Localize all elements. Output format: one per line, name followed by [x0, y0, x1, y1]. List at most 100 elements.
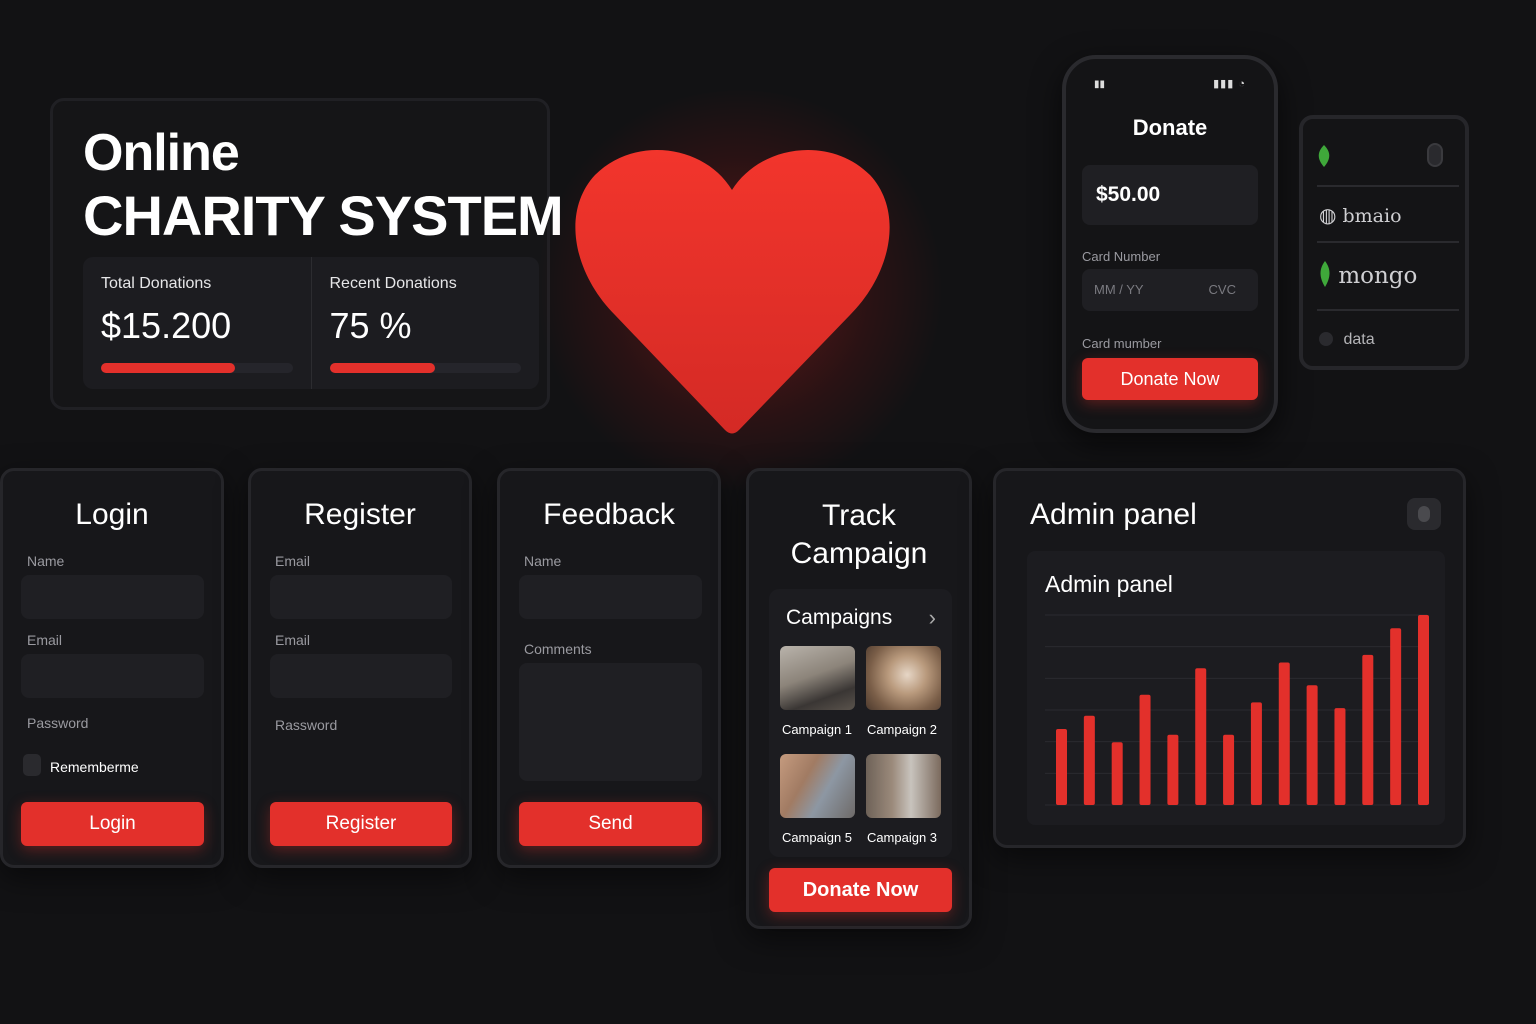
email-input[interactable]: [21, 654, 204, 698]
stat-label: Total Donations: [101, 275, 212, 292]
admin-menu-button[interactable]: [1407, 498, 1441, 530]
login-button[interactable]: Login: [21, 802, 204, 846]
hero-card: Online CHARITY SYSTEM Total Donations $1…: [50, 98, 564, 410]
chart-bar: [1167, 734, 1179, 805]
login-title: Login: [75, 498, 149, 531]
chart-title: Admin panel: [1045, 571, 1173, 597]
admin-panel-card: Admin panel Admin panel: [993, 468, 1466, 848]
comments-label: Comments: [524, 641, 592, 657]
campaign-label: Campaign 1: [781, 722, 853, 737]
wifi-battery-icon: ▮▮▮ ◔: [1213, 78, 1246, 90]
tech-item-label: bmaio: [1342, 205, 1402, 227]
campaigns-list: Campaigns › Campaign 1 Campaign 2 Campai…: [769, 589, 952, 857]
toggle-icon[interactable]: [1427, 143, 1443, 167]
campaign-thumb-3[interactable]: [866, 754, 941, 818]
email-label: Email: [27, 632, 63, 648]
cvc-placeholder: CVC: [1208, 282, 1236, 297]
donate-now-button[interactable]: Donate Now: [1082, 358, 1258, 400]
toggle-icon: [1418, 506, 1430, 522]
heart-icon: [575, 149, 890, 434]
campaign-label: Campaign 5: [781, 830, 853, 845]
card-number-label-2: Card mumber: [1082, 336, 1162, 351]
remember-label: Rememberme: [50, 759, 139, 775]
tech-item-label: data: [1343, 331, 1375, 348]
campaign-thumb-5[interactable]: [780, 754, 855, 818]
progress-track: [329, 363, 521, 373]
chart-bar: [1195, 668, 1207, 805]
divider: [1317, 309, 1459, 311]
chart-bar: [1250, 702, 1262, 805]
phone-donate-mockup: ▮▮ ▮▮▮ ◔ Donate $50.00 Card Number MM / …: [1062, 55, 1278, 433]
track-campaign-title: Track Campaign: [749, 497, 969, 573]
chart-bar: [1056, 729, 1067, 805]
password-label: Password: [27, 715, 89, 731]
hero-title-line2: CHARITY SYSTEM: [83, 184, 564, 247]
progress-track: [101, 363, 293, 373]
tech-stack-panel: ◍ bmaio mongo data: [1299, 115, 1469, 370]
title-line2: Campaign: [790, 537, 928, 570]
stat-value: $15.200: [101, 305, 232, 346]
card-expiry-cvc-field[interactable]: MM / YY CVC: [1082, 269, 1258, 311]
chevron-right-icon[interactable]: ›: [929, 605, 936, 631]
bmaio-icon: ◍: [1319, 203, 1337, 227]
send-button[interactable]: Send: [519, 802, 702, 846]
stat-recent-donations: Recent Donations 75 %: [310, 257, 540, 389]
chart-bar: [1390, 628, 1402, 805]
signal-icon: ▮▮: [1094, 79, 1106, 90]
tech-item-data: data: [1319, 331, 1375, 349]
expiry-placeholder: MM / YY: [1094, 282, 1144, 297]
chart-bar: [1223, 734, 1235, 805]
chart-bar: [1139, 694, 1151, 805]
progress-fill: [329, 363, 435, 373]
admin-title: Admin panel: [1030, 498, 1197, 531]
comments-textarea[interactable]: [519, 663, 702, 781]
register-card: Register Email Email Rassword Register: [248, 468, 472, 868]
track-campaign-card: Track Campaign Campaigns › Campaign 1 Ca…: [746, 468, 972, 929]
feedback-title: Feedback: [543, 498, 675, 531]
tech-item-bmaio: ◍ bmaio: [1319, 203, 1402, 227]
chart-bar: [1083, 715, 1095, 805]
password-label: Rassword: [275, 717, 338, 733]
stat-value: 75 %: [329, 305, 412, 346]
campaign-label: Campaign 3: [866, 830, 938, 845]
progress-fill: [101, 363, 236, 373]
email-label: Email: [275, 553, 311, 569]
tech-item-mongo: mongo: [1319, 261, 1417, 289]
name-label: Name: [27, 553, 65, 569]
hero-title-line1: Online: [83, 124, 240, 182]
campaign-thumb-1[interactable]: [780, 646, 855, 710]
amount-field[interactable]: $50.00: [1082, 165, 1258, 225]
campaigns-header: Campaigns: [786, 606, 893, 629]
register-title: Register: [304, 498, 416, 531]
donate-now-button[interactable]: Donate Now: [769, 868, 952, 912]
chart-bar: [1278, 662, 1290, 805]
tech-item-label: mongo: [1338, 263, 1418, 289]
admin-chart: Admin panel: [1027, 551, 1445, 825]
feedback-card: Feedback Name Comments Send: [497, 468, 721, 868]
stat-total-donations: Total Donations $15.200: [83, 257, 311, 389]
name-input[interactable]: [519, 575, 702, 619]
chart-bar: [1306, 685, 1318, 805]
phone-title: Donate: [1132, 115, 1208, 140]
data-dot-icon: [1319, 332, 1333, 346]
name-label: Name: [524, 553, 562, 569]
campaign-thumb-2[interactable]: [866, 646, 941, 710]
chart-bar: [1111, 742, 1123, 805]
login-card: Login Name Email Password Rememberme Log…: [0, 468, 224, 868]
stats-panel: Total Donations $15.200 Recent Donations…: [83, 257, 539, 389]
name-input[interactable]: [21, 575, 204, 619]
card-number-label: Card Number: [1082, 249, 1161, 264]
divider: [1317, 185, 1459, 187]
email-input-2[interactable]: [270, 654, 452, 698]
remember-checkbox[interactable]: [23, 754, 41, 776]
title-line1: Track: [822, 499, 896, 532]
amount-value: $50.00: [1096, 183, 1161, 206]
register-button[interactable]: Register: [270, 802, 452, 846]
mongo-leaf-icon: [1320, 261, 1330, 287]
email-input[interactable]: [270, 575, 452, 619]
divider: [1317, 241, 1459, 243]
chart-bar: [1418, 615, 1429, 805]
chart-bar: [1334, 708, 1346, 805]
email-label-2: Email: [275, 632, 311, 648]
stat-label: Recent Donations: [329, 275, 457, 292]
